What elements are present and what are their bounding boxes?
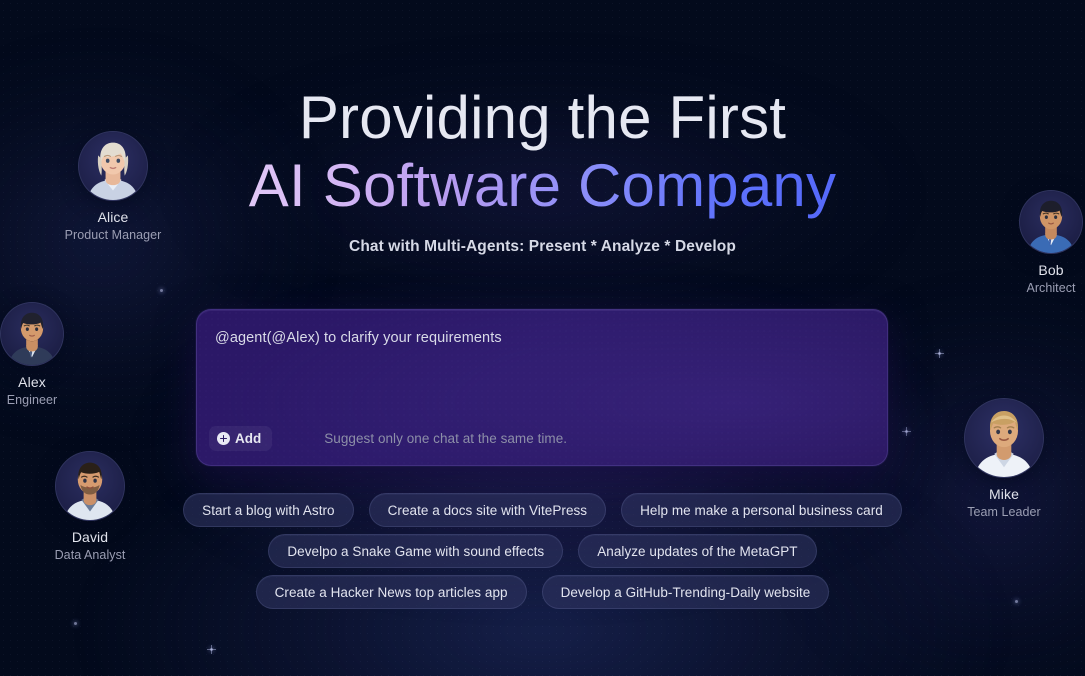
avatar-alice-icon bbox=[79, 132, 147, 200]
avatar[interactable] bbox=[964, 398, 1044, 478]
suggestion-chip[interactable]: Analyze updates of the MetaGPT bbox=[578, 534, 817, 568]
suggestion-chip[interactable]: Develop a GitHub-Trending-Daily website bbox=[541, 575, 830, 609]
agent-role: Data Analyst bbox=[54, 548, 126, 562]
suggestion-chip[interactable]: Create a docs site with VitePress bbox=[368, 493, 607, 527]
agent-role: Product Manager bbox=[64, 228, 162, 242]
agent-card-bob[interactable]: Bob Architect bbox=[986, 190, 1085, 295]
suggestion-chip[interactable]: Start a blog with Astro bbox=[183, 493, 354, 527]
avatar[interactable] bbox=[1019, 190, 1083, 254]
agent-name: Mike bbox=[989, 486, 1019, 502]
add-button-label: Add bbox=[235, 431, 262, 446]
suggestion-chip[interactable]: Develpo a Snake Game with sound effects bbox=[268, 534, 564, 568]
chip-row: Start a blog with Astro Create a docs si… bbox=[183, 493, 902, 527]
avatar-mike-icon bbox=[965, 399, 1043, 477]
agent-card-david[interactable]: David Data Analyst bbox=[25, 451, 155, 562]
agent-name: Alice bbox=[97, 209, 129, 225]
agent-role: Engineer bbox=[6, 393, 58, 407]
avatar[interactable] bbox=[55, 451, 125, 521]
chip-row: Create a Hacker News top articles app De… bbox=[255, 575, 830, 609]
avatar-alex-icon bbox=[1, 303, 63, 365]
avatar[interactable] bbox=[78, 131, 148, 201]
chip-row: Develpo a Snake Game with sound effects … bbox=[268, 534, 817, 568]
avatar[interactable] bbox=[0, 302, 64, 366]
agent-card-alice[interactable]: Alice Product Manager bbox=[48, 131, 178, 242]
agent-card-alex[interactable]: Alex Engineer bbox=[0, 302, 97, 407]
composer-toolbar: Add Suggest only one chat at the same ti… bbox=[209, 426, 871, 451]
agent-name: Bob bbox=[1038, 262, 1064, 278]
agent-name: Alex bbox=[18, 374, 46, 390]
agent-card-mike[interactable]: Mike Team Leader bbox=[939, 398, 1069, 519]
plus-circle-icon bbox=[217, 432, 230, 445]
agent-role: Architect bbox=[1026, 281, 1076, 295]
avatar-bob-icon bbox=[1020, 191, 1082, 253]
composer-hint-text: Suggest only one chat at the same time. bbox=[324, 431, 568, 446]
agent-name: David bbox=[71, 529, 109, 545]
page-title-line-2: AI Software Company bbox=[243, 151, 842, 221]
chat-input[interactable] bbox=[215, 328, 869, 350]
chat-composer[interactable]: Add Suggest only one chat at the same ti… bbox=[196, 309, 888, 466]
agent-role: Team Leader bbox=[967, 505, 1041, 519]
avatar-david-icon bbox=[56, 452, 124, 520]
suggestion-chips: Start a blog with Astro Create a docs si… bbox=[0, 493, 1085, 609]
suggestion-chip[interactable]: Create a Hacker News top articles app bbox=[255, 575, 527, 609]
suggestion-chip[interactable]: Help me make a personal business card bbox=[621, 493, 902, 527]
add-button[interactable]: Add bbox=[209, 426, 273, 451]
